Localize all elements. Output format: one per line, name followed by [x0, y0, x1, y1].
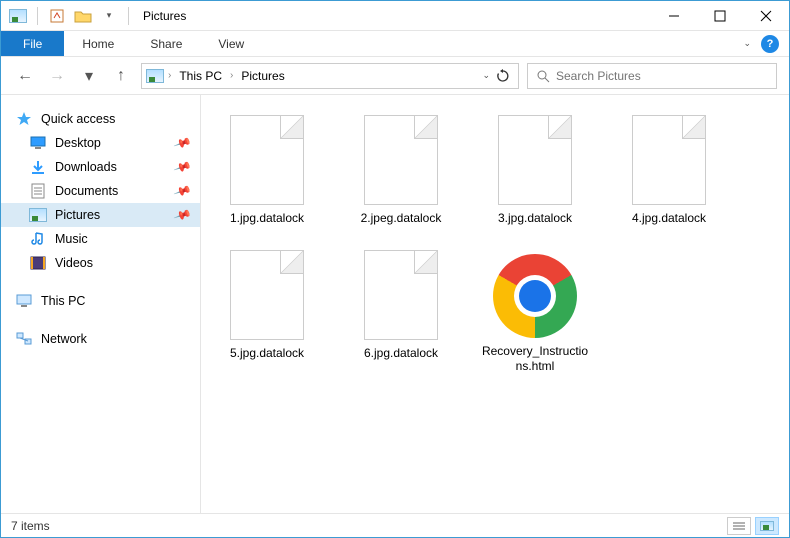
- view-tab[interactable]: View: [200, 31, 262, 56]
- search-input[interactable]: [556, 69, 768, 83]
- quick-access-toolbar: ▾: [7, 5, 133, 27]
- address-dropdown-icon[interactable]: ⌄: [482, 70, 490, 81]
- file-item[interactable]: 4.jpg.datalock: [615, 115, 723, 226]
- window-controls: [651, 1, 789, 31]
- sidebar-item-downloads[interactable]: Downloads 📌: [1, 155, 200, 179]
- sidebar-this-pc[interactable]: This PC: [1, 289, 200, 313]
- minimize-button[interactable]: [651, 1, 697, 31]
- file-item[interactable]: 2.jpeg.datalock: [347, 115, 455, 226]
- pin-icon: 📌: [173, 205, 192, 224]
- file-name: 5.jpg.datalock: [230, 346, 304, 361]
- search-box[interactable]: [527, 63, 777, 89]
- file-name: 1.jpg.datalock: [230, 211, 304, 226]
- file-item[interactable]: 3.jpg.datalock: [481, 115, 589, 226]
- file-name: Recovery_Instructions.html: [481, 344, 589, 374]
- file-item[interactable]: Recovery_Instructions.html: [481, 250, 589, 374]
- file-name: 3.jpg.datalock: [498, 211, 572, 226]
- sidebar-item-label: Quick access: [41, 112, 115, 126]
- generic-file-icon: [230, 250, 304, 340]
- sidebar-item-label: Network: [41, 332, 87, 346]
- star-icon: [15, 111, 33, 127]
- pin-icon: 📌: [173, 157, 192, 176]
- up-button[interactable]: ↑: [109, 64, 133, 88]
- documents-icon: [29, 183, 47, 199]
- sidebar-item-label: Videos: [55, 256, 93, 270]
- navigation-pane: Quick access Desktop📌Downloads📌Documents…: [1, 95, 201, 513]
- file-tab[interactable]: File: [1, 31, 64, 56]
- qat-dropdown-icon[interactable]: ▾: [98, 5, 120, 27]
- pin-icon: 📌: [173, 181, 192, 200]
- file-name: 2.jpeg.datalock: [361, 211, 442, 226]
- sidebar-item-label: Desktop: [55, 136, 101, 150]
- separator: [128, 7, 129, 25]
- ribbon: File Home Share View ⌄ ?: [1, 31, 789, 57]
- sidebar-item-desktop[interactable]: Desktop 📌: [1, 131, 200, 155]
- back-button[interactable]: ←: [13, 64, 37, 88]
- chevron-right-icon[interactable]: ›: [228, 70, 235, 81]
- sidebar-item-label: Pictures: [55, 208, 100, 222]
- folder-qat-icon[interactable]: [72, 5, 94, 27]
- chrome-icon: [493, 254, 577, 338]
- generic-file-icon: [364, 250, 438, 340]
- music-icon: [29, 231, 47, 247]
- app-icon: [7, 5, 29, 27]
- sidebar-item-label: Documents: [55, 184, 118, 198]
- location-icon: [146, 68, 164, 84]
- file-item[interactable]: 1.jpg.datalock: [213, 115, 321, 226]
- file-item[interactable]: 6.jpg.datalock: [347, 250, 455, 374]
- videos-icon: [29, 255, 47, 271]
- file-item[interactable]: 5.jpg.datalock: [213, 250, 321, 374]
- sidebar-item-label: This PC: [41, 294, 85, 308]
- history-dropdown-icon[interactable]: ▾: [77, 64, 101, 88]
- sidebar-item-pictures[interactable]: Pictures 📌: [1, 203, 200, 227]
- share-tab[interactable]: Share: [132, 31, 200, 56]
- item-count: 7 items: [11, 519, 50, 533]
- title-bar: ▾ Pictures: [1, 1, 789, 31]
- window-title: Pictures: [143, 9, 186, 23]
- breadcrumb-root[interactable]: This PC: [175, 69, 226, 83]
- desktop-icon: [29, 135, 47, 151]
- file-pane[interactable]: 1.jpg.datalock 2.jpeg.datalock 3.jpg.datal…: [201, 95, 789, 513]
- generic-file-icon: [632, 115, 706, 205]
- generic-file-icon: [230, 115, 304, 205]
- help-icon[interactable]: ?: [761, 35, 779, 53]
- file-grid: 1.jpg.datalock 2.jpeg.datalock 3.jpg.datal…: [213, 115, 777, 374]
- network-icon: [15, 331, 33, 347]
- properties-icon[interactable]: [46, 5, 68, 27]
- separator: [37, 7, 38, 25]
- downloads-icon: [29, 159, 47, 175]
- generic-file-icon: [364, 115, 438, 205]
- maximize-button[interactable]: [697, 1, 743, 31]
- thumbnails-view-button[interactable]: [755, 517, 779, 535]
- file-name: 4.jpg.datalock: [632, 211, 706, 226]
- sidebar-item-music[interactable]: Music: [1, 227, 200, 251]
- pictures-icon: [29, 207, 47, 223]
- sidebar-item-documents[interactable]: Documents 📌: [1, 179, 200, 203]
- home-tab[interactable]: Home: [64, 31, 132, 56]
- pin-icon: 📌: [173, 133, 192, 152]
- ribbon-expand-icon[interactable]: ⌄: [743, 38, 751, 49]
- breadcrumb-current[interactable]: Pictures: [237, 69, 288, 83]
- refresh-icon[interactable]: [496, 69, 510, 83]
- search-icon: [536, 69, 550, 83]
- address-bar[interactable]: › This PC › Pictures ⌄: [141, 63, 519, 89]
- file-name: 6.jpg.datalock: [364, 346, 438, 361]
- body: Quick access Desktop📌Downloads📌Documents…: [1, 95, 789, 513]
- chevron-right-icon[interactable]: ›: [166, 70, 173, 81]
- monitor-icon: [15, 293, 33, 309]
- sidebar-item-videos[interactable]: Videos: [1, 251, 200, 275]
- status-bar: 7 items: [1, 513, 789, 537]
- close-button[interactable]: [743, 1, 789, 31]
- generic-file-icon: [498, 115, 572, 205]
- sidebar-network[interactable]: Network: [1, 327, 200, 351]
- details-view-button[interactable]: [727, 517, 751, 535]
- sidebar-quick-access[interactable]: Quick access: [1, 107, 200, 131]
- sidebar-item-label: Music: [55, 232, 88, 246]
- forward-button[interactable]: →: [45, 64, 69, 88]
- navigation-bar: ← → ▾ ↑ › This PC › Pictures ⌄: [1, 57, 789, 95]
- sidebar-item-label: Downloads: [55, 160, 117, 174]
